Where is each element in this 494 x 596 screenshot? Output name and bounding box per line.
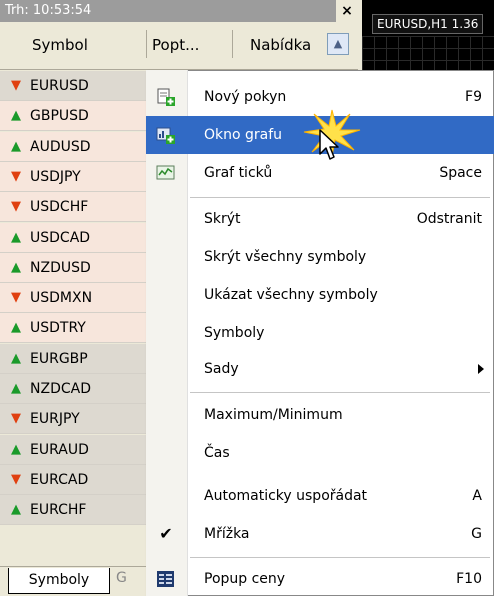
column-separator (232, 30, 233, 58)
market-watch-title: Trh: 10:53:54 (0, 0, 340, 22)
menu-label: Mřížka (204, 526, 250, 542)
menu-item-time[interactable]: Čas (146, 434, 494, 472)
scroll-up-button[interactable]: ▲ (327, 33, 349, 55)
symbol-name: EURJPY (30, 411, 80, 428)
symbol-row[interactable]: ▲ NZDUSD (0, 252, 146, 283)
menu-item-hide[interactable]: Skrýt Odstranit (146, 200, 494, 238)
up-arrow-icon: ▲ (11, 381, 21, 396)
symbol-row[interactable]: ▲ USDCAD (0, 222, 146, 253)
menu-item-popup-prices[interactable]: Popup ceny F10 (146, 560, 494, 596)
column-header-bid[interactable]: Popt... (152, 28, 199, 62)
symbol-name: USDMXN (30, 290, 93, 307)
popup-prices-icon (157, 571, 174, 587)
column-separator (146, 30, 147, 58)
menu-item-sets[interactable]: Sady (146, 350, 494, 388)
submenu-arrow-icon (478, 364, 484, 374)
app-root: Trh: 10:53:54 × EURUSD,H1 1.36 Symbol Po… (0, 0, 494, 596)
symbol-row[interactable]: ▼ EURUSD (0, 71, 146, 101)
menu-label: Popup ceny (204, 571, 286, 587)
symbol-name: NZDUSD (30, 259, 91, 276)
menu-label: Graf ticků (204, 165, 273, 181)
symbol-name: USDCHF (30, 199, 89, 216)
column-header-ask[interactable]: Nabídka (250, 28, 311, 62)
menu-item-grid[interactable]: ✔ Mřížka G (146, 515, 494, 553)
down-arrow-icon: ▼ (11, 199, 21, 215)
menu-shortcut: Odstranit (416, 211, 482, 227)
symbol-row[interactable]: ▲ GBPUSD (0, 101, 146, 132)
symbol-name: USDJPY (30, 168, 81, 185)
menu-separator (190, 392, 490, 393)
symbol-row[interactable]: ▼ USDJPY (0, 161, 146, 192)
menu-item-symbols[interactable]: Symboly (146, 314, 494, 352)
menu-item-high-low[interactable]: Maximum/Minimum (146, 396, 494, 434)
menu-item-hide-all[interactable]: Skrýt všechny symboly (146, 238, 494, 276)
up-arrow-icon: ▲ (11, 320, 21, 336)
menu-separator (190, 197, 490, 198)
symbol-name: GBPUSD (30, 108, 89, 125)
menu-label: Nový pokyn (204, 89, 287, 105)
symbol-name: AUDUSD (30, 138, 91, 155)
menu-item-show-all[interactable]: Ukázat všechny symboly (146, 276, 494, 314)
symbol-row[interactable]: ▲ USDTRY (0, 313, 146, 344)
symbol-row[interactable]: ▲ NZDCAD (0, 374, 146, 404)
up-arrow-icon: ▲ (11, 441, 21, 457)
tab-symbols[interactable]: Symboly (8, 568, 110, 594)
chart-tab-label[interactable]: EURUSD,H1 1.36 (372, 14, 484, 34)
menu-shortcut: F10 (456, 571, 482, 587)
mouse-cursor-icon (319, 129, 339, 160)
down-arrow-icon: ▼ (11, 411, 21, 427)
up-arrow-icon: ▲ (11, 350, 21, 366)
check-icon: ✔ (159, 524, 173, 543)
up-arrow-icon: ▲ (11, 502, 21, 518)
menu-shortcut: Space (439, 165, 482, 181)
symbol-name: EURCAD (30, 471, 89, 488)
symbol-row[interactable]: ▼ EURCAD (0, 464, 146, 495)
symbol-name: EURCHF (30, 502, 87, 519)
symbol-row[interactable]: ▲ EURAUD (0, 434, 146, 465)
up-arrow-icon: ▲ (11, 108, 21, 124)
menu-item-auto-arrange[interactable]: Automaticky uspořádat A (146, 477, 494, 515)
up-arrow-icon: ▲ (11, 229, 21, 245)
column-header-symbol[interactable]: Symbol (32, 28, 88, 62)
down-arrow-icon: ▼ (11, 290, 21, 306)
menu-label: Ukázat všechny symboly (204, 287, 378, 303)
up-arrow-icon: ▲ (11, 259, 21, 275)
menu-label: Okno grafu (204, 127, 283, 143)
menu-label: Symboly (204, 325, 265, 341)
symbol-row[interactable]: ▼ EURJPY (0, 404, 146, 435)
symbol-name: EURUSD (30, 78, 89, 94)
symbol-row[interactable]: ▼ USDMXN (0, 283, 146, 314)
menu-separator (190, 557, 490, 558)
symbol-row[interactable]: ▼ USDCHF (0, 192, 146, 223)
symbol-name: EURAUD (30, 441, 89, 458)
tick-chart-icon (156, 165, 175, 180)
symbol-row[interactable]: ▲ EURCHF (0, 495, 146, 526)
symbol-row[interactable]: ▲ EURGBP (0, 343, 146, 374)
symbol-name: EURGBP (30, 350, 88, 367)
menu-label: Automaticky uspořádat (204, 488, 368, 504)
symbol-name: USDTRY (30, 320, 86, 337)
menu-label: Sady (204, 361, 239, 377)
down-arrow-icon: ▼ (11, 168, 21, 184)
new-order-icon (157, 88, 175, 106)
menu-label: Maximum/Minimum (204, 407, 343, 423)
down-arrow-icon: ▼ (11, 471, 21, 487)
symbol-name: USDCAD (30, 229, 91, 246)
menu-shortcut: G (471, 526, 482, 542)
down-arrow-icon: ▼ (11, 78, 21, 93)
menu-shortcut: A (472, 488, 482, 504)
menu-label: Skrýt (204, 211, 241, 227)
symbol-name: NZDCAD (30, 381, 91, 397)
menu-label: Čas (204, 445, 230, 461)
up-arrow-icon: ▲ (11, 138, 21, 154)
tab-other[interactable]: G (116, 570, 127, 586)
chart-window-icon (156, 127, 175, 144)
menu-shortcut: F9 (465, 89, 482, 105)
menu-label: Skrýt všechny symboly (204, 249, 367, 265)
close-icon[interactable]: × (336, 0, 358, 22)
symbol-row[interactable]: ▲ AUDUSD (0, 131, 146, 162)
